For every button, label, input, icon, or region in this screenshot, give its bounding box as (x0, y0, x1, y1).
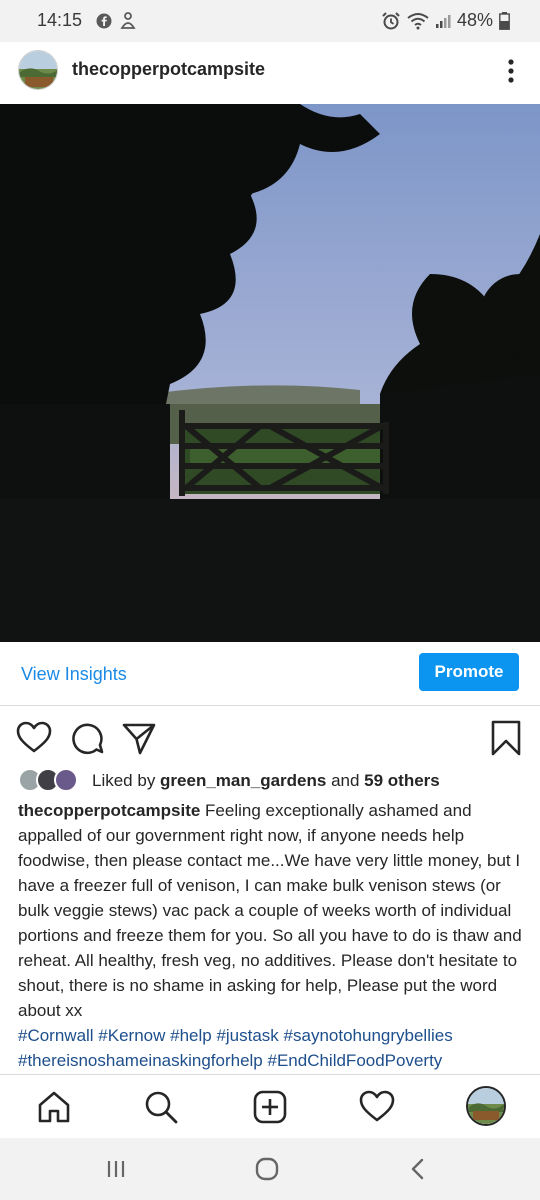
post-photo[interactable] (0, 104, 540, 642)
activity-icon[interactable] (359, 1089, 395, 1125)
signal-icon (435, 14, 451, 28)
caption-text: Feeling exceptionally ashamed and appall… (18, 801, 522, 1020)
post-caption: thecopperpotcampsite Feeling exceptional… (18, 798, 524, 1073)
profile-avatar[interactable] (18, 50, 58, 90)
post-username[interactable]: thecopperpotcampsite (72, 59, 265, 80)
liker-avatars (18, 768, 80, 794)
comment-icon[interactable] (70, 720, 106, 756)
status-bar: 14:15 48% (0, 0, 540, 42)
bottom-nav (0, 1074, 540, 1138)
more-options-icon[interactable] (504, 56, 518, 86)
share-send-icon[interactable] (121, 720, 157, 756)
notification-icon (120, 12, 136, 29)
caption-hashtags[interactable]: #Cornwall #Kernow #help #justask #saynot… (18, 1026, 453, 1070)
battery-icon (499, 11, 510, 30)
profile-avatar[interactable] (466, 1086, 506, 1126)
likes-summary[interactable]: Liked by green_man_gardens and 59 others (18, 766, 440, 796)
new-post-icon[interactable] (252, 1089, 288, 1125)
view-insights-link[interactable]: View Insights (21, 664, 127, 685)
insights-bar: View Insights Promote (0, 642, 540, 706)
liker-avatar (54, 768, 78, 792)
post-header: thecopperpotcampsite (0, 42, 540, 104)
alarm-icon (382, 11, 400, 29)
status-time: 14:15 (37, 10, 83, 30)
caption-author[interactable]: thecopperpotcampsite (18, 801, 200, 820)
promote-button[interactable]: Promote (419, 653, 519, 691)
wifi-icon (407, 12, 429, 29)
recents-icon[interactable] (103, 1156, 129, 1182)
facebook-icon (96, 13, 112, 29)
liker-username[interactable]: green_man_gardens (160, 771, 326, 790)
search-icon[interactable] (143, 1089, 179, 1125)
post-actions (0, 712, 540, 764)
system-nav-bar (0, 1138, 540, 1200)
save-bookmark-icon[interactable] (488, 720, 524, 756)
home-icon[interactable] (36, 1089, 72, 1125)
home-button-icon[interactable] (254, 1156, 280, 1182)
battery-percentage: 48% (456, 10, 493, 30)
likes-others[interactable]: 59 others (364, 771, 440, 790)
like-heart-icon[interactable] (16, 720, 52, 756)
likes-text: Liked by green_man_gardens and 59 others (92, 771, 440, 790)
back-icon[interactable] (405, 1156, 431, 1182)
